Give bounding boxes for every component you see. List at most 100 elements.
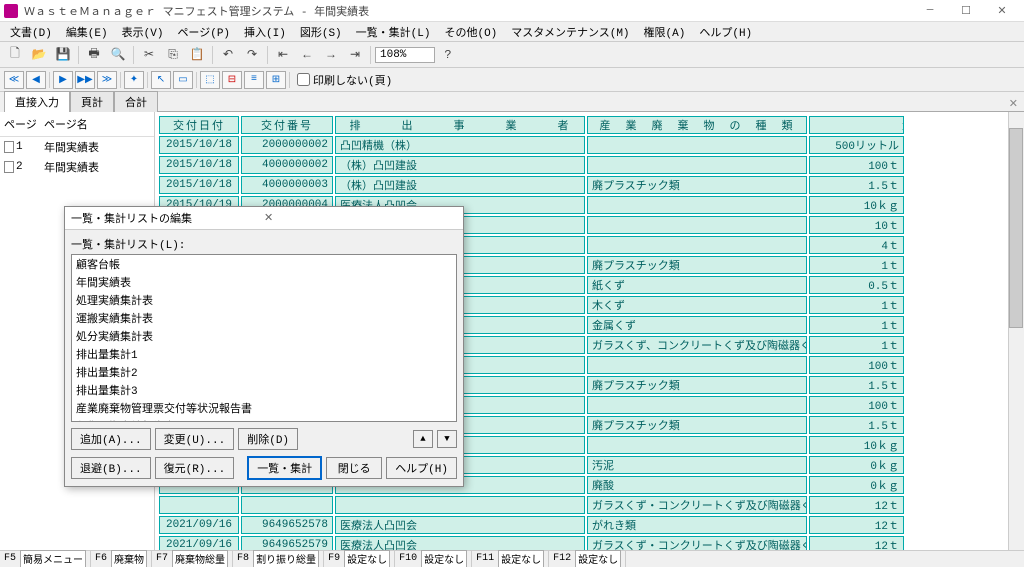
table-row[interactable]: 2015/10/184000000002（株）凸凹建設100ｔ — [159, 156, 1020, 174]
table-row[interactable]: 2015/10/184000000003（株）凸凹建設廃プラスチック類1.5ｔ — [159, 176, 1020, 194]
cell[interactable] — [587, 356, 807, 374]
cell[interactable]: 2015/10/18 — [159, 176, 239, 194]
select-icon[interactable]: ▭ — [173, 71, 193, 89]
tab-close-icon[interactable]: ✕ — [1003, 97, 1024, 112]
list-item[interactable]: 年間実績表 — [72, 273, 456, 291]
menu-item[interactable]: 文書(D) — [4, 22, 58, 42]
page-row[interactable]: 1 年間実績表 — [0, 137, 154, 157]
menu-item[interactable]: 一覧・集計(L) — [350, 22, 437, 42]
cell[interactable]: 100ｔ — [809, 356, 904, 374]
menu-item[interactable]: 編集(E) — [60, 22, 114, 42]
cell[interactable]: 12ｔ — [809, 516, 904, 534]
tab-direct[interactable]: 直接入力 — [4, 91, 70, 112]
cell[interactable]: 廃プラスチック類 — [587, 376, 807, 394]
tool-d-icon[interactable]: ⊞ — [266, 71, 286, 89]
next-icon[interactable]: → — [320, 45, 342, 65]
list-item[interactable]: 排出量集計2 — [72, 363, 456, 381]
close-button[interactable]: ✕ — [984, 1, 1020, 21]
cell[interactable]: 4000000002 — [241, 156, 333, 174]
cell[interactable]: 0.5ｔ — [809, 276, 904, 294]
fkey-F11[interactable]: F11設定なし — [472, 550, 549, 567]
cell[interactable]: 1ｔ — [809, 296, 904, 314]
fkey-F9[interactable]: F9設定なし — [324, 550, 395, 567]
menu-item[interactable]: ヘルプ(H) — [693, 22, 758, 42]
cell[interactable]: 廃酸 — [587, 476, 807, 494]
list-item[interactable]: 運搬実績集計表 — [72, 309, 456, 327]
cell[interactable] — [159, 496, 239, 514]
fkey-F8[interactable]: F8割り振り総量 — [233, 550, 324, 567]
cell[interactable]: 4000000003 — [241, 176, 333, 194]
minimize-button[interactable]: ─ — [912, 1, 948, 21]
cell[interactable]: 1ｔ — [809, 256, 904, 274]
tab-grand-total[interactable]: 合計 — [114, 91, 158, 112]
scrollbar-vertical[interactable] — [1008, 112, 1024, 550]
cell[interactable]: 金属くず — [587, 316, 807, 334]
copy-icon[interactable]: ⎘ — [162, 45, 184, 65]
list-item[interactable]: 排出量集計1 — [72, 345, 456, 363]
cell[interactable]: 9649652579 — [241, 536, 333, 550]
cell[interactable]: 100ｔ — [809, 156, 904, 174]
list-item[interactable]: 収集運搬実績報告書 — [72, 417, 456, 422]
report-listbox[interactable]: 顧客台帳年間実績表処理実績集計表運搬実績集計表処分実績集計表排出量集計1排出量集… — [71, 254, 457, 422]
cell[interactable]: ガラスくず、コンクリートくず及び陶磁器くず — [587, 336, 807, 354]
cell[interactable]: 0ｋｇ — [809, 476, 904, 494]
menu-item[interactable]: ページ(P) — [171, 22, 236, 42]
move-up-button[interactable]: ▲ — [413, 430, 433, 448]
cell[interactable]: 医療法人凸凹会 — [335, 516, 585, 534]
fkey-F7[interactable]: F7廃棄物総量 — [152, 550, 233, 567]
menu-item[interactable]: 挿入(I) — [238, 22, 292, 42]
cell[interactable] — [241, 496, 333, 514]
cell[interactable]: 紙くず — [587, 276, 807, 294]
add-icon[interactable]: ✦ — [124, 71, 144, 89]
undo-icon[interactable]: ↶ — [217, 45, 239, 65]
cell[interactable]: 廃プラスチック類 — [587, 176, 807, 194]
dialog-close-icon[interactable]: ✕ — [260, 211, 457, 225]
cell[interactable]: 0ｋｇ — [809, 456, 904, 474]
cell[interactable]: ガラスくず・コンクリートくず及び陶磁器くず — [587, 496, 807, 514]
menu-item[interactable]: 図形(S) — [294, 22, 348, 42]
fkey-F6[interactable]: F6廃棄物 — [91, 550, 152, 567]
menu-item[interactable]: マスタメンテナンス(M) — [505, 22, 635, 42]
close-button[interactable]: 閉じる — [326, 457, 382, 479]
delete-button[interactable]: 削除(D) — [238, 428, 298, 450]
preview-icon[interactable]: 🔍 — [107, 45, 129, 65]
cell[interactable]: 10ｋｇ — [809, 196, 904, 214]
list-aggregate-button[interactable]: 一覧・集計 — [247, 456, 322, 480]
cell[interactable] — [587, 156, 807, 174]
fkey-F5[interactable]: F5簡易メニュー — [0, 550, 91, 567]
cell[interactable]: 木くず — [587, 296, 807, 314]
cell[interactable]: 10ｔ — [809, 216, 904, 234]
first-icon[interactable]: ⇤ — [272, 45, 294, 65]
fkey-F12[interactable]: F12設定なし — [549, 550, 626, 567]
list-item[interactable]: 排出量集計3 — [72, 381, 456, 399]
list-item[interactable]: 顧客台帳 — [72, 255, 456, 273]
open-icon[interactable]: 📂 — [28, 45, 50, 65]
cell[interactable]: 1.5ｔ — [809, 376, 904, 394]
fkey-F10[interactable]: F10設定なし — [395, 550, 472, 567]
table-row[interactable]: 2021/09/169649652578医療法人凸凹会がれき類12ｔ — [159, 516, 1020, 534]
cell[interactable] — [335, 496, 585, 514]
menu-item[interactable]: 権限(A) — [638, 22, 692, 42]
tool-a-icon[interactable]: ⬚ — [200, 71, 220, 89]
nav-fwd-icon[interactable]: ▶▶ — [75, 71, 95, 89]
redo-icon[interactable]: ↷ — [241, 45, 263, 65]
table-row[interactable]: 2021/09/169649652579医療法人凸凹会ガラスくず・コンクリートく… — [159, 536, 1020, 550]
cell[interactable] — [587, 216, 807, 234]
save-icon[interactable]: 💾 — [52, 45, 74, 65]
cell[interactable]: 2015/10/18 — [159, 156, 239, 174]
cell[interactable] — [587, 136, 807, 154]
cell[interactable]: 12ｔ — [809, 536, 904, 550]
page-row[interactable]: 2 年間実績表 — [0, 157, 154, 177]
pointer-icon[interactable]: ↖ — [151, 71, 171, 89]
cell[interactable]: 凸凹精機（株） — [335, 136, 585, 154]
zoom-combo[interactable]: 108% — [375, 47, 435, 63]
cell[interactable]: 2021/09/16 — [159, 516, 239, 534]
cell[interactable]: 100ｔ — [809, 396, 904, 414]
cell[interactable]: 2021/09/16 — [159, 536, 239, 550]
cell[interactable]: 4ｔ — [809, 236, 904, 254]
cell[interactable]: 廃プラスチック類 — [587, 256, 807, 274]
cell[interactable]: 廃プラスチック類 — [587, 416, 807, 434]
tab-page-total[interactable]: 頁計 — [70, 91, 114, 112]
back-button[interactable]: 退避(B)... — [71, 457, 151, 479]
add-button[interactable]: 追加(A)... — [71, 428, 151, 450]
